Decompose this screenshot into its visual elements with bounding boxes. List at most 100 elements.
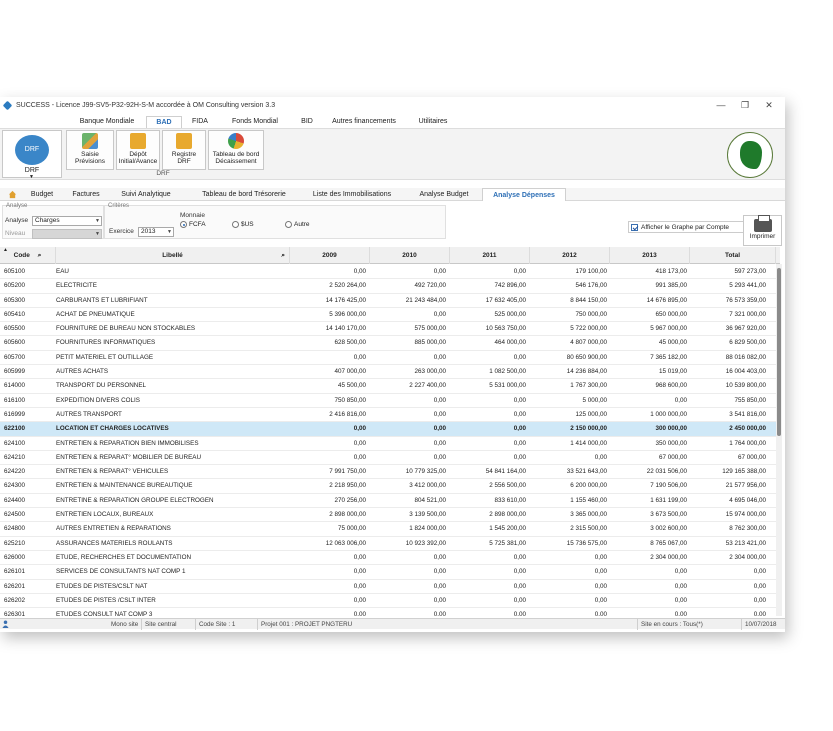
table-row[interactable]: 626201 ETUDES DE PISTES/CSLT NAT 0,00 0,00 0… xyxy=(0,580,776,594)
cell-y2009: 7 991 750,00 xyxy=(329,468,366,476)
table-row[interactable]: 605700 PETIT MATERIEL ET OUTILLAGE 0,00 0,0… xyxy=(0,351,776,366)
status-projet: Projet 001 : PROJET PNGTERU xyxy=(258,619,638,630)
cell-y2009: 45 500,00 xyxy=(337,382,366,390)
tab-analyse-depenses[interactable]: Analyse Dépenses xyxy=(482,188,566,201)
col-2011-header[interactable]: 2011 xyxy=(450,247,530,264)
drf-module-button[interactable]: DRF DRF ▼ xyxy=(2,130,62,180)
cell-code: 624300 xyxy=(4,482,26,490)
col-libelle-header[interactable]: Libellé ⌕ xyxy=(56,247,290,264)
tab-tableau-bord-tresorerie[interactable]: Tableau de bord Trésorerie xyxy=(188,188,300,201)
table-row[interactable]: 624220 ENTRETIEN & REPARAT° VEHICULES 7 99… xyxy=(0,465,776,480)
print-button[interactable]: Imprimer xyxy=(743,215,782,246)
col-2012-header[interactable]: 2012 xyxy=(530,247,610,264)
cell-y2012: 0,00 xyxy=(594,553,607,561)
radio-usd-label: $US xyxy=(241,221,254,228)
analyse-select[interactable]: Charges ▼ xyxy=(32,216,102,226)
table-row[interactable]: 626000 ETUDE, RECHERCHES ET DOCUMENTATION… xyxy=(0,551,776,566)
scrollbar-thumb[interactable] xyxy=(777,268,781,436)
table-row[interactable]: 605300 CARBURANTS ET LUBRIFIANT 14 176 425… xyxy=(0,294,776,308)
col-2009-header[interactable]: 2009 xyxy=(290,247,370,264)
cell-y2011: 0,00 xyxy=(513,425,526,433)
table-row[interactable]: 624800 AUTRES ENTRETIEN & REPARATIONS 75 0… xyxy=(0,522,776,537)
graph-checkbox[interactable]: Afficher le Graphe par Compte xyxy=(628,221,754,233)
tab-analyse-budget[interactable]: Analyse Budget xyxy=(410,188,478,201)
folder-icon xyxy=(176,133,192,149)
tab-factures[interactable]: Factures xyxy=(66,188,106,201)
table-row[interactable]: 626301 ETUDES CONSULT NAT COMP 3 0,00 0,00 0… xyxy=(0,608,776,616)
table-row[interactable]: 605600 FOURNITURES INFORMATIQUES 628 500,0… xyxy=(0,336,776,351)
cell-total: 3 541 816,00 xyxy=(729,410,766,418)
table-row[interactable]: 624300 ENTRETIEN & MAINTENANCE BUREAUTIQU… xyxy=(0,479,776,494)
table-row[interactable]: 624400 ENTRETINE & REPARATION GROUPE ELEC… xyxy=(0,494,776,509)
col-libelle-label: Libellé xyxy=(162,252,183,259)
cell-y2013: 300 000,00 xyxy=(655,425,687,433)
tab-liste-immobilisations[interactable]: Liste des Immobilisations xyxy=(304,188,400,201)
table-body: 605100 EAU 0,00 0,00 0,00 179 100,00 418 173,0… xyxy=(0,265,776,616)
search-icon[interactable]: ⌕ xyxy=(281,247,285,264)
tab-suivi-analytique[interactable]: Suivi Analytique xyxy=(112,188,180,201)
cell-code: 616100 xyxy=(4,396,26,404)
niveau-select[interactable]: ▼ xyxy=(32,229,102,239)
cell-y2013: 350 000,00 xyxy=(655,439,687,447)
tab-fida[interactable]: FIDA xyxy=(186,116,214,128)
table-row[interactable]: 605410 ACHAT DE PNEUMATIQUE 5 396 000,00 0,… xyxy=(0,308,776,323)
cell-y2009: 0,00 xyxy=(353,268,366,275)
criteres-section-title: Critères xyxy=(108,203,130,209)
cell-total: 129 165 388,00 xyxy=(722,468,766,476)
cell-total: 2 450 000,00 xyxy=(729,425,766,433)
tableau-de-bord-decaissement-button[interactable]: Tableau de bord Décaissement xyxy=(208,130,264,170)
minimize-button[interactable]: — xyxy=(714,100,728,110)
table-row[interactable]: 624210 ENTRETIEN & REPARAT° MOBILIER DE B… xyxy=(0,451,776,466)
tab-fonds-mondial[interactable]: Fonds Mondial xyxy=(226,116,284,128)
col-2010-header[interactable]: 2010 xyxy=(370,247,450,264)
cell-total: 5 293 441,00 xyxy=(729,282,766,290)
col-2013-header[interactable]: 2013 xyxy=(610,247,690,264)
table-row[interactable]: 624500 ENTRETIEN LOCAUX, BUREAUX 2 898 000… xyxy=(0,508,776,523)
table-row[interactable]: 605100 EAU 0,00 0,00 0,00 179 100,00 418 173,0… xyxy=(0,265,776,280)
table-row[interactable]: 614000 TRANSPORT DU PERSONNEL 45 500,00 2 2… xyxy=(0,379,776,394)
table-row[interactable]: 626101 SERVICES DE CONSULTANTS NAT COMP 1… xyxy=(0,565,776,580)
table-row[interactable]: 605999 AUTRES ACHATS 407 000,00 263 000,00 1… xyxy=(0,365,776,380)
status-code-site: Code Site : 1 xyxy=(196,619,258,630)
vertical-scrollbar[interactable] xyxy=(776,264,782,616)
col-code-header[interactable]: ▲ Code ⌕ xyxy=(0,247,56,264)
cell-y2013: 14 676 895,00 xyxy=(646,296,687,304)
radio-autre[interactable]: Autre xyxy=(285,221,310,228)
registre-drf-button[interactable]: Registre DRF xyxy=(162,130,206,170)
app-logo-icon xyxy=(2,100,13,111)
cell-y2009: 0,00 xyxy=(353,453,366,461)
table-row[interactable]: 616100 EXPEDITION DIVERS COLIS 750 850,00 0… xyxy=(0,394,776,408)
table-row[interactable]: 622100 LOCATION ET CHARGES LOCATIVES 0,00 0… xyxy=(0,422,776,437)
home-icon[interactable] xyxy=(8,190,17,199)
cell-y2012: 5 722 000,00 xyxy=(570,325,607,333)
pie-chart-icon xyxy=(228,133,244,149)
table-row[interactable]: 626202 ETUDES DE PISTES /CSLT INTER 0,00 0,… xyxy=(0,594,776,609)
search-icon[interactable]: ⌕ xyxy=(38,252,42,259)
tab-budget[interactable]: Budget xyxy=(24,188,60,201)
col-code-label: Code xyxy=(13,252,30,259)
tab-banque-mondiale[interactable]: Banque Mondiale xyxy=(74,116,140,128)
cell-libelle: ETUDES DE PISTES/CSLT NAT xyxy=(56,582,148,590)
maximize-button[interactable]: ❐ xyxy=(738,100,752,110)
col-total-header[interactable]: Total xyxy=(690,247,776,264)
exercice-select[interactable]: 2013 ▼ xyxy=(138,227,174,237)
cell-y2013: 67 000,00 xyxy=(658,453,687,461)
cell-libelle: AUTRES ACHATS xyxy=(56,368,109,376)
radio-fcfa[interactable]: FCFA xyxy=(180,221,206,228)
table-row[interactable]: 605500 FOURNITURE DE BUREAU NON STOCKABLE… xyxy=(0,322,776,337)
radio-usd[interactable]: $US xyxy=(232,221,254,228)
tab-bid[interactable]: BID xyxy=(296,116,318,128)
tab-utilitaires[interactable]: Utilitaires xyxy=(412,116,454,128)
cell-code: 626202 xyxy=(4,596,26,604)
table-row[interactable]: 625210 ASSURANCES MATERIELS ROULANTS 12 06… xyxy=(0,537,776,551)
tab-bad[interactable]: BAD xyxy=(146,116,182,128)
cell-code: 605500 xyxy=(4,325,26,333)
tab-autres-financements[interactable]: Autres financements xyxy=(326,116,402,128)
table-row[interactable]: 624100 ENTRETIEN & REPARATION BIEN IMMOBI… xyxy=(0,437,776,451)
table-row[interactable]: 616999 AUTRES TRANSPORT 2 416 816,00 0,00 0,… xyxy=(0,408,776,423)
cell-y2012: 2 315 500,00 xyxy=(570,525,607,533)
saisie-previsions-button[interactable]: Saisie Prévisions xyxy=(66,130,114,170)
close-button[interactable]: ✕ xyxy=(762,100,776,110)
depot-initial-avance-button[interactable]: Dépôt Initial/Avance xyxy=(116,130,160,170)
table-row[interactable]: 605200 ELECTRICITE 2 520 264,00 492 720,00 7… xyxy=(0,279,776,294)
